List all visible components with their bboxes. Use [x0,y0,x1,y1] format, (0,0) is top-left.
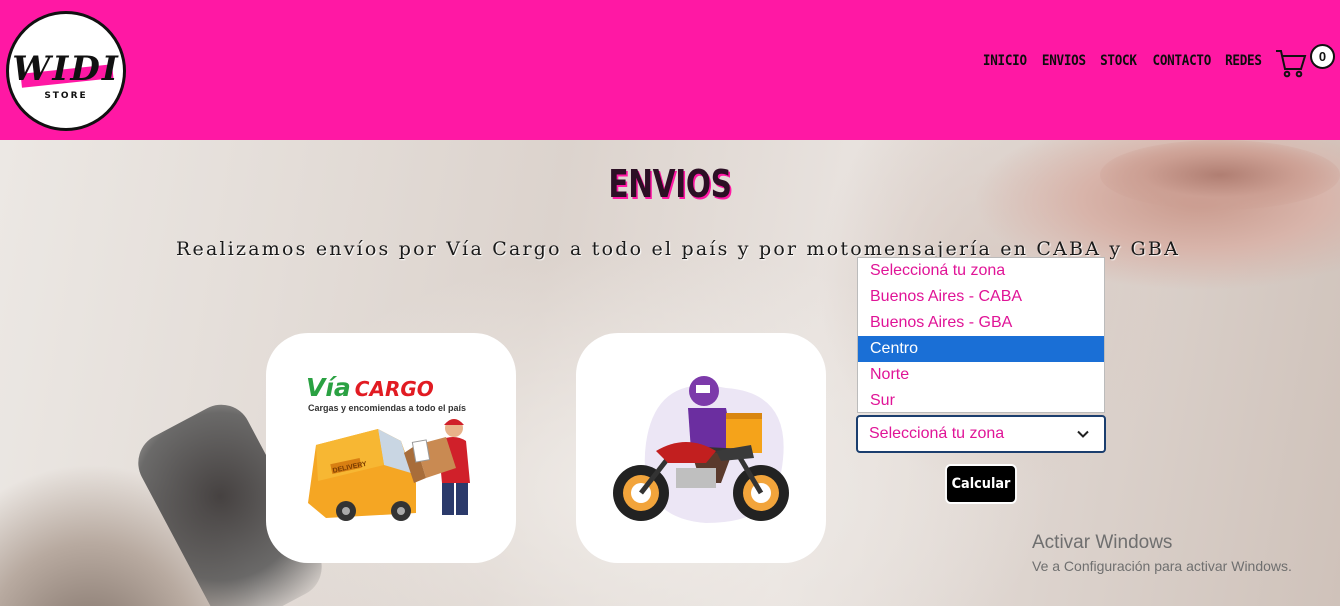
zone-option[interactable]: Norte [858,362,1104,388]
logo-word: WIDI [12,49,120,89]
site-header: WIDI STORE INICIO ENVIOS STOCK CONTACTO … [0,0,1340,140]
zone-dropdown-list[interactable]: Seleccioná tu zona Buenos Aires - CABA B… [857,257,1105,413]
cart-count-badge: 0 [1310,44,1335,69]
main-nav: INICIO ENVIOS STOCK CONTACTO REDES [978,53,1262,69]
nav-link-contacto[interactable]: CONTACTO [1153,53,1212,69]
calcular-button[interactable]: Calcular [945,464,1017,504]
watermark-line2: Ve a Configuración para activar Windows. [1032,558,1292,574]
zone-select-value: Seleccioná tu zona [869,425,1005,442]
zone-option-highlighted[interactable]: Centro [858,336,1104,362]
delivery-van-illustration: DELIVERY [308,419,470,521]
chevron-down-icon [1077,430,1089,438]
motomensajeria-card [576,333,826,563]
logo-subtext: STORE [44,91,88,101]
zone-option[interactable]: Buenos Aires - GBA [858,310,1104,336]
zone-option[interactable]: Buenos Aires - CABA [858,284,1104,310]
cart-icon[interactable] [1274,45,1308,79]
nav-link-envios[interactable]: ENVIOS [1042,53,1086,69]
page-title: ENVIOS [608,162,732,206]
nav-link-stock[interactable]: STOCK [1100,53,1137,69]
windows-activation-watermark: Activar Windows Ve a Configuración para … [1032,532,1292,574]
zone-option[interactable]: Seleccioná tu zona [858,258,1104,284]
motorcycle-courier-illustration [613,376,789,523]
watermark-line1: Activar Windows [1032,532,1173,553]
store-logo[interactable]: WIDI STORE [6,11,126,131]
via-cargo-card: Vía CARGO Cargas y encomiendas a todo el … [266,333,516,563]
zone-select[interactable]: Seleccioná tu zona [856,415,1106,453]
nav-link-inicio[interactable]: INICIO [983,53,1027,69]
nav-link-redes[interactable]: REDES [1225,53,1262,69]
zone-option[interactable]: Sur [858,388,1104,414]
